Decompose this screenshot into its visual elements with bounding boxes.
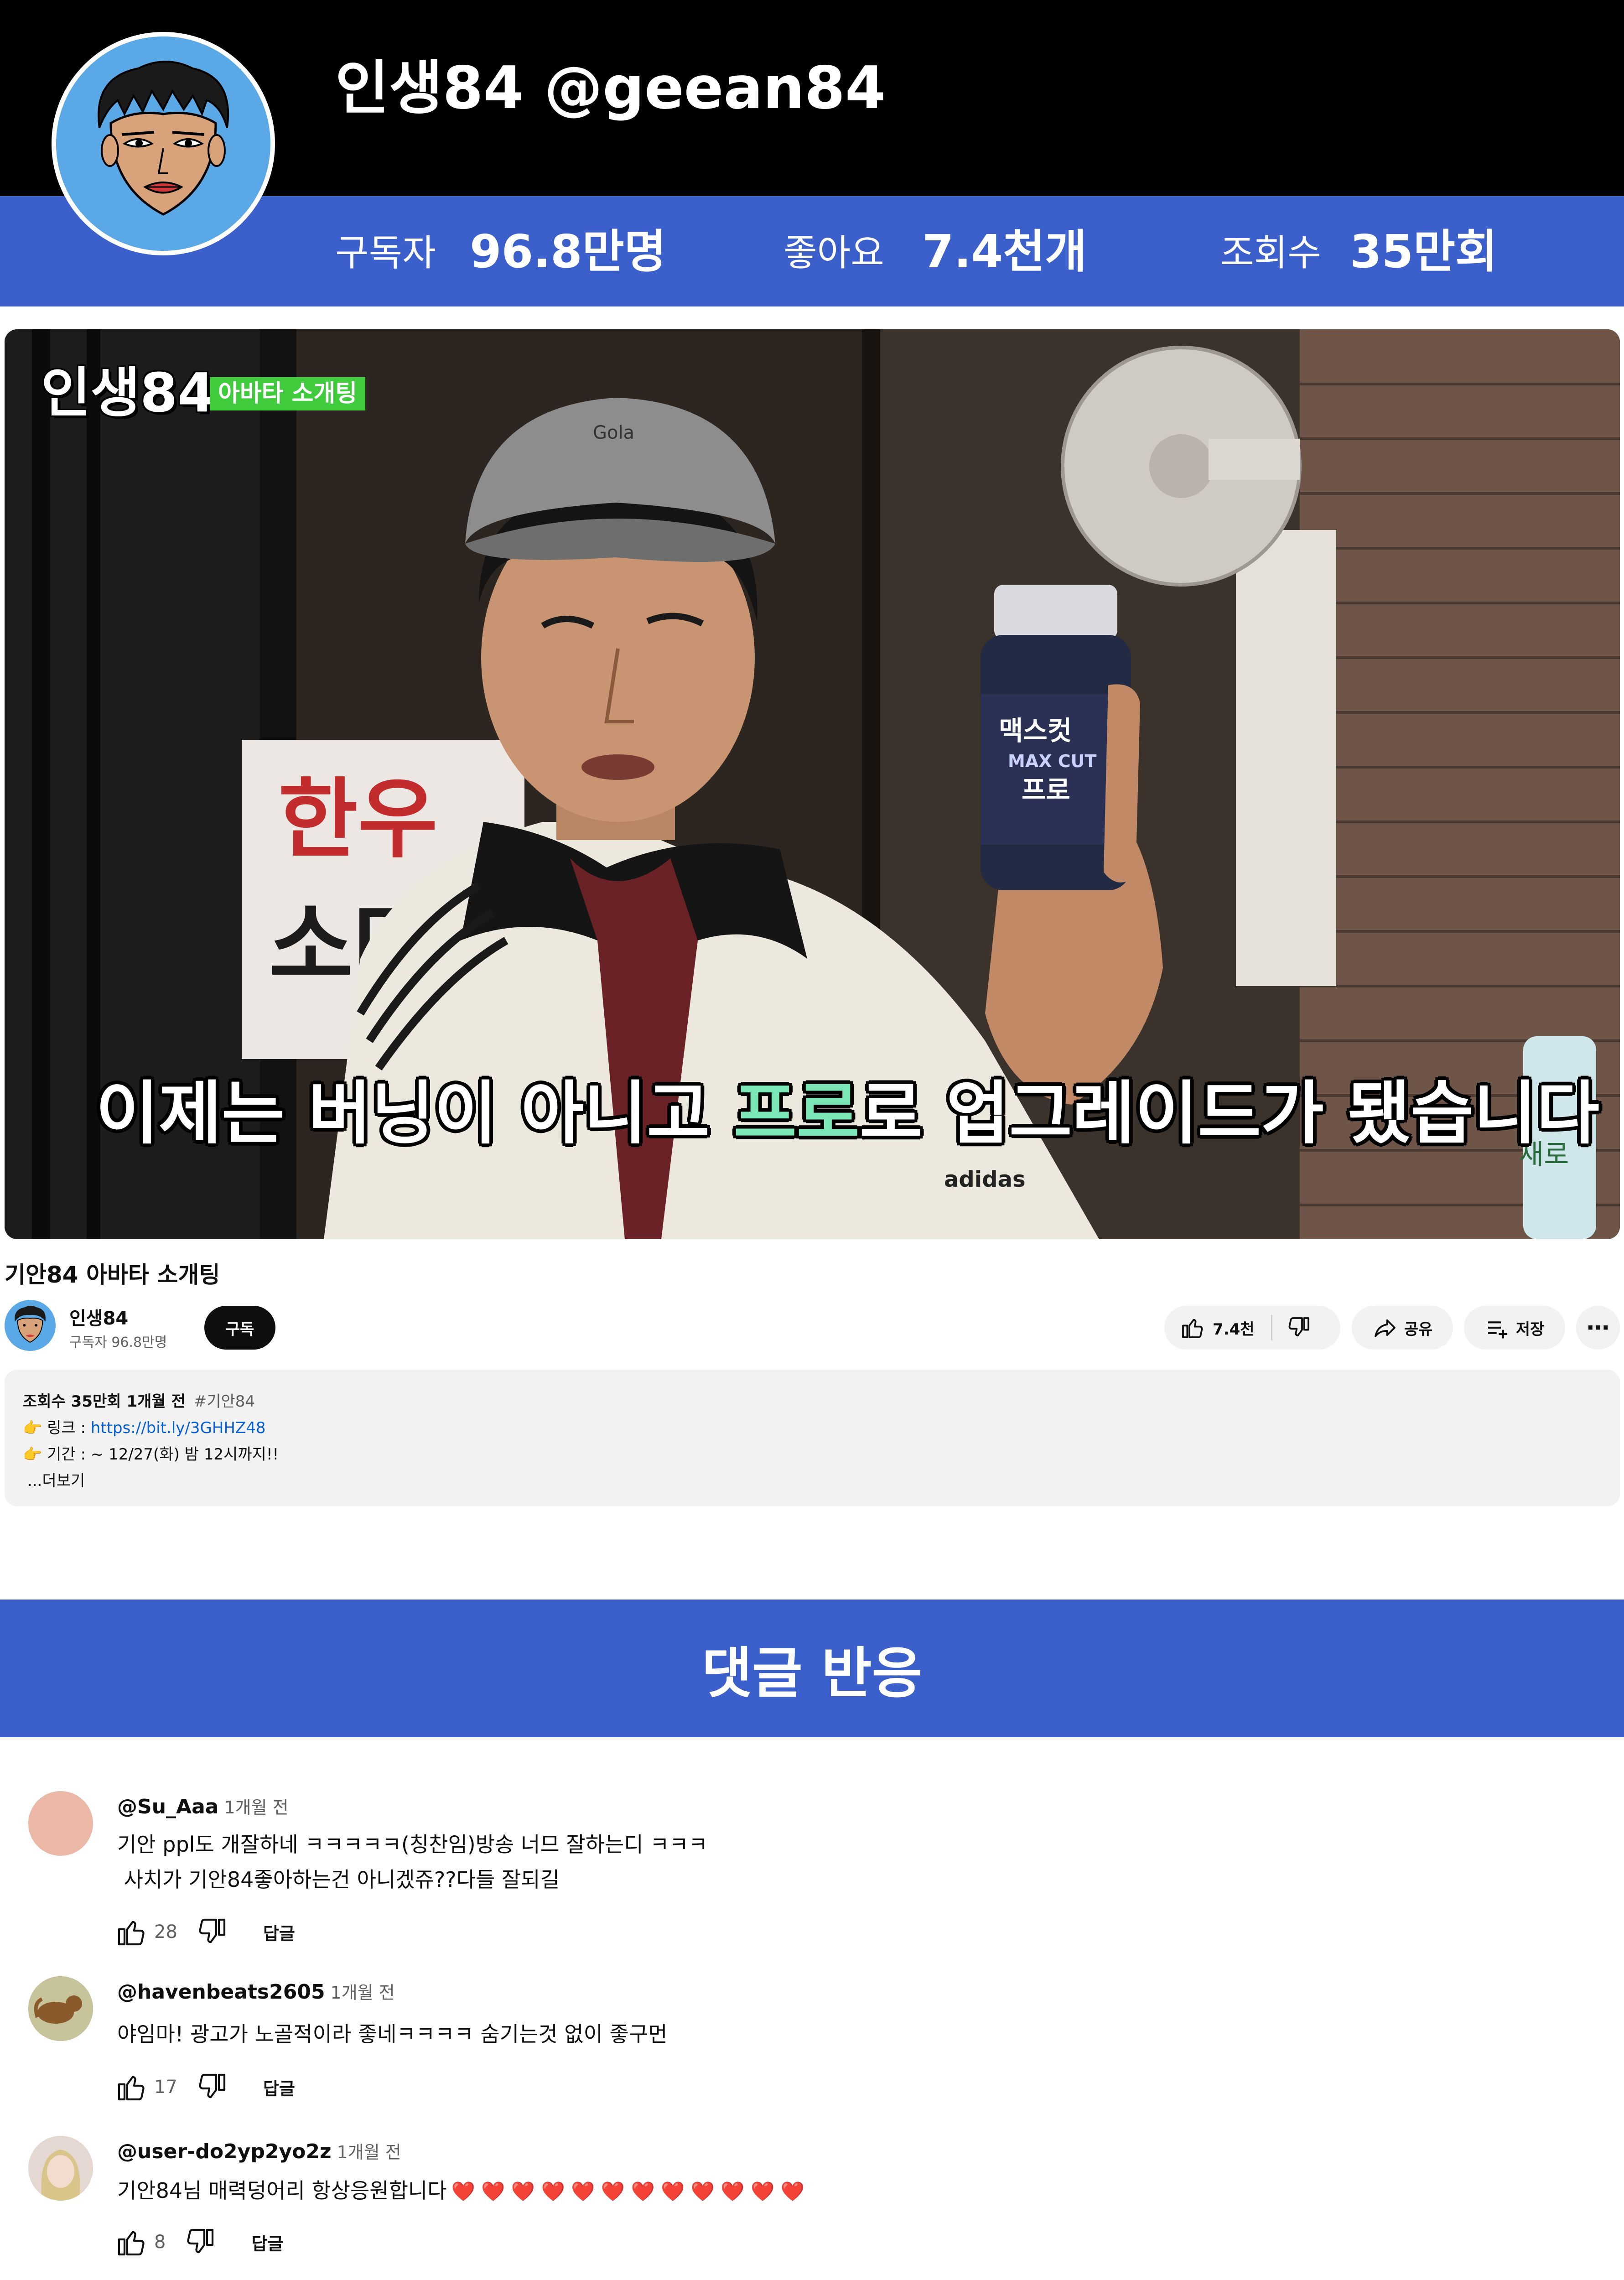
- comment-actions: 8 답글: [115, 2226, 283, 2259]
- shirt-brand: adidas: [944, 1167, 1026, 1192]
- description-link-line: 👉 링크 : https://bit.ly/3GHHZ48: [23, 1415, 266, 1438]
- description-period: 👉 기간 : ~ 12/27(화) 밤 12시까지!!: [23, 1445, 279, 1464]
- video-subtitle: 이제는 버닝이 아니고 프로로 업그레이드가 됐습니다: [96, 1080, 1599, 1148]
- channel-avatar: [52, 32, 275, 255]
- subtitle-highlight: 프로: [733, 1074, 860, 1153]
- like-dislike-group: 7.4천: [1164, 1306, 1340, 1350]
- save-icon: [1488, 1321, 1507, 1339]
- comment-time: 1개월 전: [330, 1983, 395, 2003]
- comment-author[interactable]: @user-do2yp2yo2z 1개월 전: [117, 2138, 401, 2163]
- dislike-icon[interactable]: [184, 2226, 217, 2259]
- comment-text: 사치가 기안84좋아하는건 아니겠쥬??다들 잘되길: [117, 1867, 560, 1892]
- comment-text: 야임마! 광고가 노골적이라 좋네ㅋㅋㅋㅋ 숨기는것 없이 좋구먼: [117, 2022, 668, 2046]
- comment-like-count: 17: [154, 2077, 177, 2098]
- product-label-1: 맥스컷: [999, 715, 1072, 746]
- more-icon: ⋯: [1587, 1314, 1609, 1341]
- description-box[interactable]: 조회수 35만회 1개월 전 #기안84 👉 링크 : https://bit.l…: [5, 1370, 1620, 1506]
- save-button[interactable]: 저장: [1464, 1306, 1565, 1350]
- subtitle-part-2: 로 업그레이드가 됐습니다: [859, 1074, 1600, 1153]
- reply-button[interactable]: 답글: [251, 2230, 283, 2255]
- share-button[interactable]: 공유: [1352, 1306, 1453, 1350]
- description-link-label: 👉 링크 :: [23, 1419, 91, 1437]
- description-views-text: 조회수 35만회 1개월 전: [23, 1392, 186, 1411]
- description-link[interactable]: https://bit.ly/3GHHZ48: [91, 1419, 266, 1437]
- girl-avatar-icon: [28, 2136, 93, 2201]
- like-icon[interactable]: [115, 2071, 148, 2103]
- channel-title: 인생84 @geean84: [335, 54, 886, 122]
- video-title: 기안84 아바타 소개팅: [5, 1262, 220, 1288]
- dislike-icon[interactable]: [196, 2071, 228, 2103]
- comment-author-name[interactable]: @havenbeats2605: [117, 1980, 325, 2004]
- comment-actions: 28 답글: [115, 1916, 295, 1948]
- like-icon[interactable]: [115, 1916, 148, 1948]
- dislike-icon: [1288, 1317, 1309, 1337]
- cap-logo: Gola: [593, 422, 634, 443]
- description-hashtag[interactable]: #기안84: [194, 1392, 255, 1411]
- sign-hanwoo: 한우: [278, 769, 438, 870]
- stat-label-likes: 좋아요: [783, 232, 884, 274]
- product-label-3: 프로: [1022, 774, 1070, 805]
- monkey-avatar-icon: [28, 1976, 93, 2041]
- like-count: 7.4천: [1213, 1320, 1255, 1339]
- comment-avatar[interactable]: [28, 1791, 93, 1856]
- comment-text: 기안84님 매력덩어리 항상응원합니다 ❤️ ❤️ ❤️ ❤️ ❤️ ❤️ ❤️ …: [117, 2180, 804, 2201]
- cartoon-avatar-icon: [56, 36, 270, 251]
- comment-author-name[interactable]: @user-do2yp2yo2z: [117, 2140, 332, 2163]
- comment-text-body: 기안84님 매력덩어리 항상응원합니다: [117, 2178, 447, 2203]
- description-more[interactable]: ...더보기: [27, 1468, 85, 1491]
- comments-banner: 댓글 반응: [0, 1600, 1624, 1737]
- comment-like-count: 8: [154, 2232, 166, 2253]
- share-label: 공유: [1404, 1320, 1433, 1339]
- like-icon: [1182, 1319, 1203, 1338]
- comment-like-count: 28: [154, 1922, 177, 1942]
- dislike-icon[interactable]: [196, 1916, 228, 1948]
- comment-author[interactable]: @Su_Aaa 1개월 전: [117, 1793, 289, 1818]
- stat-label-subscribers: 구독자: [335, 232, 436, 274]
- description-views: 조회수 35만회 1개월 전 #기안84: [23, 1389, 255, 1411]
- comment-author-name[interactable]: @Su_Aaa: [117, 1795, 218, 1818]
- subtitle-part-1: 이제는 버닝이 아니고: [96, 1074, 734, 1153]
- video-logo: 인생84: [41, 361, 215, 424]
- stat-value-views: 35만회: [1350, 225, 1498, 278]
- heart-icons: ❤️ ❤️ ❤️ ❤️ ❤️ ❤️ ❤️ ❤️ ❤️ ❤️ ❤️ ❤️: [451, 2180, 804, 2202]
- subscribe-button[interactable]: 구독: [204, 1306, 275, 1350]
- channel-mini-avatar[interactable]: [5, 1300, 56, 1351]
- comment-avatar[interactable]: [28, 2136, 93, 2201]
- channel-name[interactable]: 인생84: [69, 1304, 128, 1330]
- like-icon[interactable]: [115, 2226, 148, 2259]
- stat-value-subscribers: 96.8만명: [470, 225, 666, 278]
- share-icon: [1374, 1319, 1396, 1337]
- video-player[interactable]: 한우 소머 새로 adidas Gola 맥스컷 MAX CUT 프로 인생84…: [5, 329, 1620, 1239]
- comment-actions: 17 답글: [115, 2071, 295, 2103]
- more-button[interactable]: ⋯: [1576, 1306, 1620, 1350]
- stat-value-likes: 7.4천개: [922, 225, 1087, 278]
- cartoon-avatar-icon: [5, 1300, 56, 1351]
- reply-button[interactable]: 답글: [263, 1920, 295, 1945]
- comment-author[interactable]: @havenbeats2605 1개월 전: [117, 1979, 395, 2004]
- comment-time: 1개월 전: [224, 1797, 289, 1818]
- channel-subscribers: 구독자 96.8만명: [69, 1335, 167, 1350]
- dislike-button[interactable]: [1272, 1315, 1312, 1340]
- save-label: 저장: [1515, 1320, 1545, 1339]
- video-tag: 아바타 소개팅: [210, 377, 366, 411]
- comment-text: 기안 ppl도 개잘하네 ㅋㅋㅋㅋㅋ(칭찬임)방송 너므 잘하는디 ㅋㅋㅋ: [117, 1832, 708, 1857]
- like-button[interactable]: 7.4천: [1164, 1315, 1255, 1340]
- comment-time: 1개월 전: [337, 2142, 401, 2162]
- reply-button[interactable]: 답글: [263, 2075, 295, 2100]
- stat-label-views: 조회수: [1220, 232, 1321, 274]
- product-label-2: MAX CUT: [1008, 751, 1096, 771]
- comment-avatar[interactable]: [28, 1976, 93, 2041]
